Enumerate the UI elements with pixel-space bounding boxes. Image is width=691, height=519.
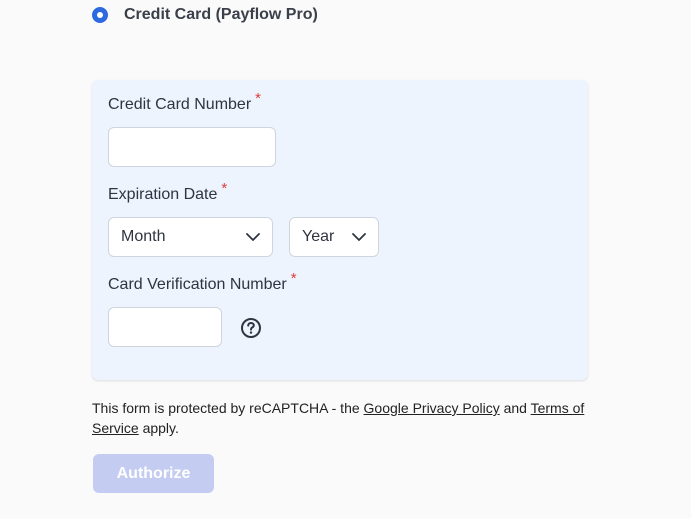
recaptcha-notice: This form is protected by reCAPTCHA - th… bbox=[92, 398, 592, 438]
privacy-policy-link[interactable]: Google Privacy Policy bbox=[364, 400, 500, 416]
checkout-payment-page: Credit Card (Payflow Pro) Credit Card Nu… bbox=[0, 0, 691, 519]
cvv-input[interactable] bbox=[108, 307, 222, 347]
card-number-label: Credit Card Number * bbox=[108, 90, 261, 114]
radio-selected-icon[interactable] bbox=[92, 7, 108, 23]
recaptcha-prefix: This form is protected by reCAPTCHA - th… bbox=[92, 400, 364, 416]
month-select-value: Month bbox=[121, 228, 166, 245]
authorize-button[interactable]: Authorize bbox=[93, 454, 214, 493]
required-mark: * bbox=[221, 180, 228, 197]
recaptcha-middle: and bbox=[499, 400, 531, 416]
recaptcha-suffix: apply. bbox=[138, 420, 179, 436]
expiration-date-label-text: Expiration Date bbox=[108, 186, 218, 203]
cvv-label: Card Verification Number * bbox=[108, 270, 297, 294]
question-circle-icon[interactable] bbox=[240, 317, 262, 339]
year-select-value: Year bbox=[302, 228, 335, 245]
chevron-down-icon bbox=[246, 233, 260, 241]
required-mark: * bbox=[255, 90, 261, 107]
chevron-down-icon bbox=[352, 233, 366, 241]
radio-dot bbox=[97, 12, 103, 18]
required-mark: * bbox=[290, 270, 297, 287]
card-number-input[interactable] bbox=[108, 127, 276, 167]
expiration-date-label: Expiration Date * bbox=[108, 180, 227, 204]
payment-method-label: Credit Card (Payflow Pro) bbox=[124, 6, 318, 23]
expiration-month-select[interactable]: Month bbox=[108, 217, 273, 257]
expiration-year-select[interactable]: Year bbox=[289, 217, 379, 257]
credit-card-form-panel: Credit Card Number * Expiration Date * Mon… bbox=[92, 80, 588, 380]
card-number-label-text: Credit Card Number bbox=[108, 96, 252, 113]
payment-method-option[interactable]: Credit Card (Payflow Pro) bbox=[92, 5, 318, 25]
cvv-label-text: Card Verification Number bbox=[108, 276, 287, 293]
